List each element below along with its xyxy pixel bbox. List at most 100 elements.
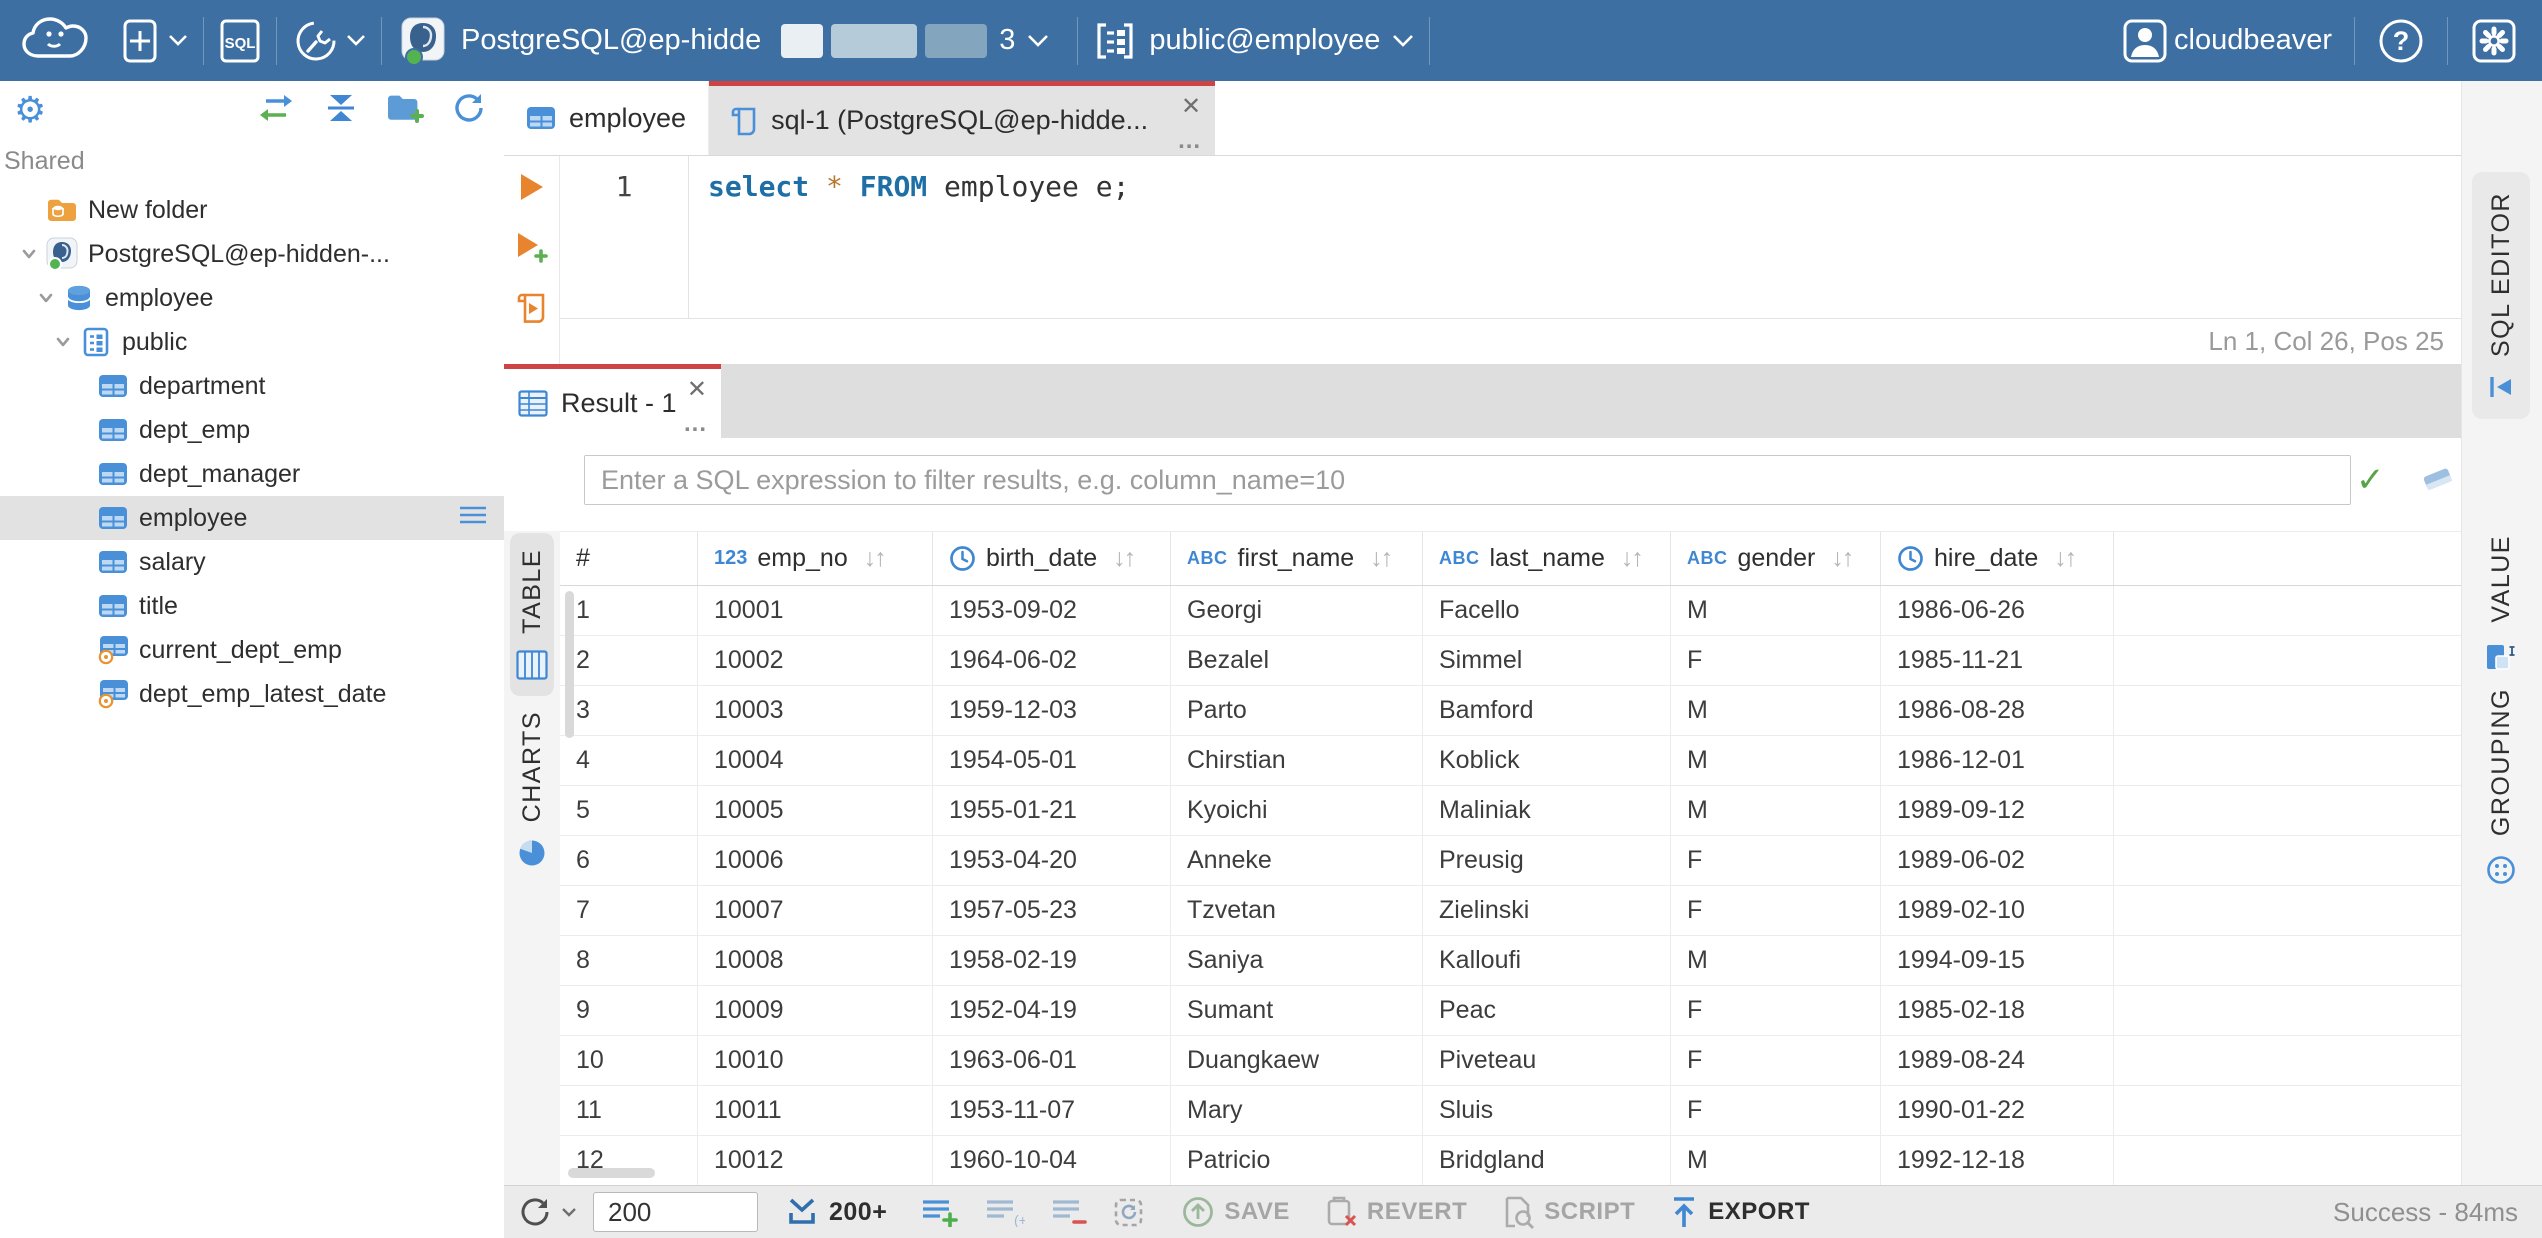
cell-gender[interactable]: F (1671, 1036, 1881, 1085)
driver-tools-button[interactable] (292, 17, 366, 65)
cell-gender[interactable]: F (1671, 636, 1881, 685)
cell-gender[interactable]: F (1671, 886, 1881, 935)
tree-item-dept-manager[interactable]: dept_manager (0, 452, 504, 496)
cell-last_name[interactable]: Simmel (1423, 636, 1671, 685)
cell-emp_no[interactable]: 10004 (698, 736, 933, 785)
column-header-gender[interactable]: ABC gender ↓↑ (1671, 532, 1881, 585)
row-limit-input[interactable] (593, 1192, 758, 1232)
tab-sql-1[interactable]: sql-1 (PostgreSQL@ep-hidde... ✕ ... (709, 81, 1216, 155)
tree-item-dept-emp-latest-date[interactable]: dept_emp_latest_date (0, 672, 504, 716)
cell-hire_date[interactable]: 1986-08-28 (1881, 686, 2114, 735)
tree-item-employee[interactable]: employee (0, 496, 504, 540)
cell-first_name[interactable]: Bezalel (1171, 636, 1423, 685)
clear-filter-icon[interactable] (2420, 464, 2456, 501)
cell-birth_date[interactable]: 1954-05-01 (933, 736, 1171, 785)
vertical-scrollbar[interactable] (565, 591, 574, 738)
code-editor[interactable]: 1 select * FROM employee e; (560, 156, 2462, 319)
cell-gender[interactable]: M (1671, 686, 1881, 735)
tree-item-public[interactable]: public (0, 320, 504, 364)
cell-last_name[interactable]: Peac (1423, 986, 1671, 1035)
tree-item-employee[interactable]: employee (0, 276, 504, 320)
help-button[interactable]: ? (2377, 17, 2425, 65)
cell-hire_date[interactable]: 1989-08-24 (1881, 1036, 2114, 1085)
cell-hire_date[interactable]: 1994-09-15 (1881, 936, 2114, 985)
execute-script-button[interactable] (517, 292, 547, 329)
cell-birth_date[interactable]: 1953-04-20 (933, 836, 1171, 885)
cell-first_name[interactable]: Sumant (1171, 986, 1423, 1035)
fetch-more-button[interactable]: 200+ (784, 1196, 887, 1228)
cell-gender[interactable]: M (1671, 1136, 1881, 1185)
tab-more-icon[interactable]: ... (1178, 127, 1201, 155)
cell-gender[interactable]: M (1671, 786, 1881, 835)
cell-birth_date[interactable]: 1964-06-02 (933, 636, 1171, 685)
schema-selector[interactable]: public@employee (1093, 19, 1414, 63)
cell-emp_no[interactable]: 10006 (698, 836, 933, 885)
sort-icon[interactable]: ↓↑ (1831, 544, 1854, 573)
add-row-button[interactable] (921, 1197, 959, 1227)
cell-first_name[interactable]: Patricio (1171, 1136, 1423, 1185)
tab-employee[interactable]: employee (504, 81, 710, 155)
horizontal-scrollbar[interactable] (568, 1168, 655, 1178)
cell-hire_date[interactable]: 1989-06-02 (1881, 836, 2114, 885)
sidebar-settings-icon[interactable]: ⚙ (14, 92, 46, 128)
sort-icon[interactable]: ↓↑ (1113, 544, 1136, 573)
script-button[interactable]: SCRIPT (1501, 1195, 1635, 1229)
apply-filter-icon[interactable]: ✓ (2356, 460, 2385, 500)
tree-item-new-folder[interactable]: New folder (0, 188, 504, 232)
cell-last_name[interactable]: Bridgland (1423, 1136, 1671, 1185)
cell-hire_date[interactable]: 1992-12-18 (1881, 1136, 2114, 1185)
cell-emp_no[interactable]: 10012 (698, 1136, 933, 1185)
cell-last_name[interactable]: Koblick (1423, 736, 1671, 785)
cell-first_name[interactable]: Tzvetan (1171, 886, 1423, 935)
cell-hire_date[interactable]: 1986-06-26 (1881, 586, 2114, 635)
filter-input[interactable] (584, 455, 2351, 505)
tab-result-1[interactable]: Result - 1 ✕ ... (504, 364, 721, 438)
cell-last_name[interactable]: Kalloufi (1423, 936, 1671, 985)
save-button[interactable]: SAVE (1181, 1195, 1290, 1229)
tree-item-postgresql-ep-hidden[interactable]: PostgreSQL@ep-hidden-... (0, 232, 504, 276)
user-menu-button[interactable]: cloudbeaver (2122, 18, 2332, 64)
execute-new-tab-button[interactable] (515, 231, 549, 268)
column-header-birth_date[interactable]: birth_date ↓↑ (933, 532, 1171, 585)
close-icon[interactable]: ✕ (1181, 92, 1201, 121)
cell-hire_date[interactable]: 1985-02-18 (1881, 986, 2114, 1035)
cell-birth_date[interactable]: 1952-04-19 (933, 986, 1171, 1035)
cell-last_name[interactable]: Sluis (1423, 1086, 1671, 1135)
cell-last_name[interactable]: Zielinski (1423, 886, 1671, 935)
cell-hire_date[interactable]: 1990-01-22 (1881, 1086, 2114, 1135)
column-header-emp_no[interactable]: 123 emp_no ↓↑ (698, 532, 933, 585)
execute-query-button[interactable] (518, 172, 546, 207)
cell-first_name[interactable]: Saniya (1171, 936, 1423, 985)
cell-first_name[interactable]: Duangkaew (1171, 1036, 1423, 1085)
tab-value-panel[interactable]: VALUE (2472, 515, 2530, 693)
cell-hire_date[interactable]: 1985-11-21 (1881, 636, 2114, 685)
cell-last_name[interactable]: Bamford (1423, 686, 1671, 735)
cell-hire_date[interactable]: 1989-09-12 (1881, 786, 2114, 835)
cell-last_name[interactable]: Piveteau (1423, 1036, 1671, 1085)
cell-last_name[interactable]: Facello (1423, 586, 1671, 635)
cell-first_name[interactable]: Parto (1171, 686, 1423, 735)
cell-emp_no[interactable]: 10003 (698, 686, 933, 735)
cell-last_name[interactable]: Preusig (1423, 836, 1671, 885)
cell-birth_date[interactable]: 1953-11-07 (933, 1086, 1171, 1135)
cell-last_name[interactable]: Maliniak (1423, 786, 1671, 835)
export-button[interactable]: EXPORT (1669, 1195, 1810, 1229)
tab-charts-view[interactable]: CHARTS (510, 695, 554, 884)
sort-icon[interactable]: ↓↑ (864, 544, 887, 573)
column-header-first_name[interactable]: ABC first_name ↓↑ (1171, 532, 1423, 585)
cell-birth_date[interactable]: 1963-06-01 (933, 1036, 1171, 1085)
cell-birth_date[interactable]: 1960-10-04 (933, 1136, 1171, 1185)
cell-gender[interactable]: F (1671, 836, 1881, 885)
item-menu-icon[interactable] (458, 504, 488, 533)
new-connection-button[interactable] (118, 18, 188, 64)
sort-icon[interactable]: ↓↑ (1621, 544, 1644, 573)
delete-row-button[interactable] (1051, 1197, 1088, 1227)
cell-first_name[interactable]: Georgi (1171, 586, 1423, 635)
cell-birth_date[interactable]: 1959-12-03 (933, 686, 1171, 735)
cell-birth_date[interactable]: 1958-02-19 (933, 936, 1171, 985)
cell-first_name[interactable]: Kyoichi (1171, 786, 1423, 835)
cell-first_name[interactable]: Anneke (1171, 836, 1423, 885)
settings-button[interactable] (2470, 17, 2518, 65)
chevron-down-icon[interactable] (14, 243, 44, 265)
connection-selector[interactable]: PostgreSQL@ep-hidde 3 (397, 15, 1049, 67)
